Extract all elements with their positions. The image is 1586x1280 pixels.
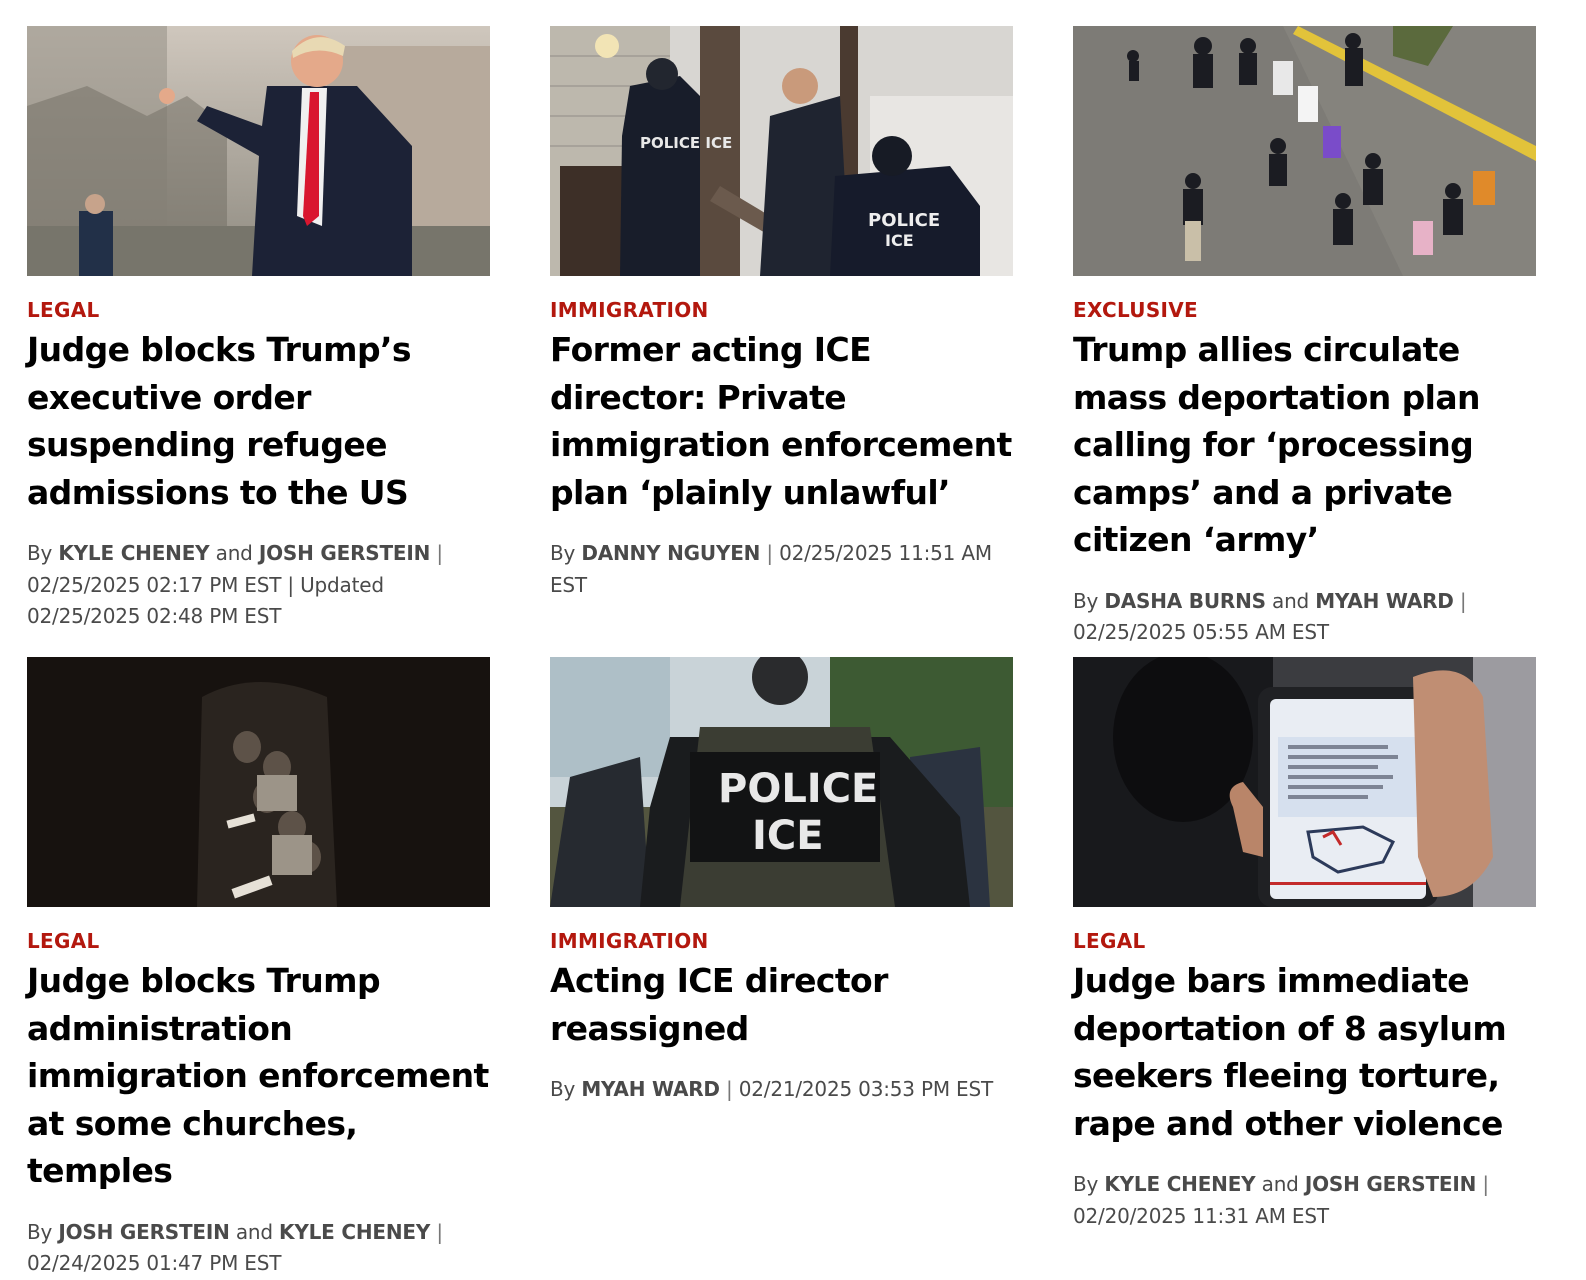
byline-separator: | (436, 541, 443, 565)
category-label[interactable]: IMMIGRATION (550, 929, 1013, 953)
article-headline[interactable]: Judge bars immediate deportation of 8 as… (1073, 957, 1536, 1147)
category-label[interactable]: LEGAL (27, 929, 490, 953)
byline-separator: | (1459, 588, 1467, 613)
author-link[interactable]: DANNY NGUYEN (581, 541, 760, 565)
byline-and: and (1272, 588, 1310, 613)
photo-ice-agent-back: POLICE ICE (550, 657, 1013, 907)
byline-separator: | (1482, 1172, 1489, 1196)
article-headline[interactable]: Judge blocks Trump’s executive order sus… (27, 326, 490, 516)
article-headline[interactable]: Acting ICE director reassigned (550, 957, 1013, 1052)
article-card: LEGAL Judge bars immediate deportation o… (1073, 657, 1536, 1257)
svg-text:POLICE ICE: POLICE ICE (640, 134, 732, 152)
svg-text:ICE: ICE (752, 813, 824, 859)
author-link[interactable]: DASHA BURNS (1104, 589, 1266, 613)
category-label[interactable]: LEGAL (1073, 929, 1536, 953)
article-card: LEGAL Judge blocks Trump administration … (27, 657, 490, 1275)
byline-by: By (550, 1077, 576, 1101)
category-label[interactable]: LEGAL (27, 298, 490, 322)
article-headline[interactable]: Trump allies circulate mass deportation … (1073, 326, 1536, 564)
photo-crowd-walking (1073, 26, 1536, 276)
article-card: EXCLUSIVE Trump allies circulate mass de… (1073, 26, 1536, 657)
article-image-ice-vest[interactable]: POLICE ICE (550, 657, 1013, 907)
byline-separator: | (436, 1219, 443, 1244)
byline: By KYLE CHENEY and JOSH GERSTEIN | 02/25… (27, 538, 490, 633)
byline-by: By (27, 541, 53, 565)
photo-church-congregation (27, 657, 490, 907)
author-link[interactable]: JOSH GERSTEIN (58, 1220, 230, 1244)
article-headline[interactable]: Former acting ICE director: Private immi… (550, 326, 1013, 516)
publish-date: 02/20/2025 11:31 AM EST (1073, 1203, 1329, 1228)
author-link[interactable]: JOSH GERSTEIN (1305, 1172, 1477, 1196)
article-image-phone-app[interactable] (1073, 657, 1536, 907)
article-image-trump-pointing[interactable] (27, 26, 490, 276)
author-link[interactable]: MYAH WARD (1315, 589, 1454, 613)
publish-date: 02/24/2025 01:47 PM EST (27, 1251, 282, 1275)
byline: By KYLE CHENEY and JOSH GERSTEIN | 02/20… (1073, 1169, 1536, 1232)
author-link[interactable]: KYLE CHENEY (1104, 1172, 1255, 1196)
article-grid: LEGAL Judge blocks Trump’s executive ord… (27, 26, 1536, 1275)
article-image-ice-porch[interactable]: POLICE ICE POLICE ICE (550, 26, 1013, 276)
svg-text:POLICE: POLICE (868, 210, 940, 231)
photo-ice-agents-porch: POLICE ICE POLICE ICE (550, 26, 1013, 276)
category-label[interactable]: EXCLUSIVE (1073, 298, 1536, 322)
byline-separator: | (766, 541, 773, 565)
byline-and: and (215, 541, 253, 565)
article-card: POLICE ICE POLICE ICE IMMIGRATION Former… (550, 26, 1013, 657)
byline-by: By (27, 1219, 53, 1244)
byline-by: By (1073, 588, 1099, 613)
publish-date: 02/21/2025 03:53 PM EST (738, 1077, 993, 1101)
author-link[interactable]: JOSH GERSTEIN (259, 541, 431, 565)
byline-and: and (1261, 1172, 1299, 1196)
publish-date: 02/25/2025 02:17 PM EST (27, 572, 282, 597)
article-image-crowd-aerial[interactable] (1073, 26, 1536, 276)
author-link[interactable]: MYAH WARD (581, 1077, 720, 1101)
svg-text:ICE: ICE (885, 231, 914, 250)
publish-date: 02/25/2025 05:55 AM EST (1073, 620, 1329, 644)
byline-by: By (1073, 1172, 1099, 1196)
byline-separator: | (726, 1077, 733, 1101)
byline: By JOSH GERSTEIN and KYLE CHENEY | 02/24… (27, 1217, 490, 1280)
photo-trump (27, 26, 490, 276)
byline-and: and (235, 1219, 273, 1244)
byline: By DANNY NGUYEN | 02/25/2025 11:51 AM ES… (550, 538, 1013, 601)
byline-by: By (550, 541, 576, 565)
photo-phone-cbp-app (1073, 657, 1536, 907)
svg-text:POLICE: POLICE (718, 766, 878, 812)
category-label[interactable]: IMMIGRATION (550, 298, 1013, 322)
author-link[interactable]: KYLE CHENEY (279, 1220, 430, 1244)
author-link[interactable]: KYLE CHENEY (58, 541, 209, 565)
article-card: LEGAL Judge blocks Trump’s executive ord… (27, 26, 490, 657)
byline: By DASHA BURNS and MYAH WARD | 02/25/202… (1073, 586, 1536, 649)
article-headline[interactable]: Judge blocks Trump administration immigr… (27, 957, 490, 1195)
byline: By MYAH WARD | 02/21/2025 03:53 PM EST (550, 1074, 1013, 1106)
article-card: POLICE ICE IMMIGRATION Acting ICE direct… (550, 657, 1013, 1257)
article-image-church-pews[interactable] (27, 657, 490, 907)
